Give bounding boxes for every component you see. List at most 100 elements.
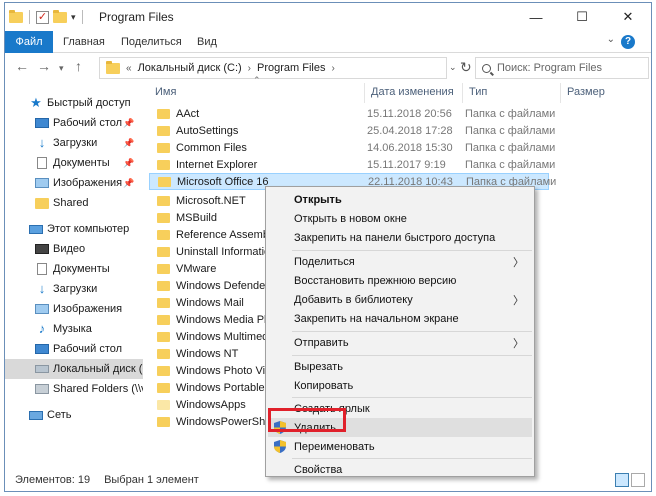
folder-icon [157,399,170,410]
menu-item-add-library[interactable]: Добавить в библиотеку 〉 [268,290,532,309]
column-type[interactable]: Тип [463,83,561,103]
breadcrumb-program-files[interactable]: Program Files [257,62,325,74]
network-drive-icon [35,384,49,394]
details-view-icon[interactable] [615,473,629,487]
pin-icon: 📌 [123,137,135,148]
nav-item-desktop[interactable]: Рабочий стол 📌 [5,113,143,133]
nav-quick-access[interactable]: ★ Быстрый доступ [5,93,143,113]
nav-item-documents[interactable]: Документы 📌 [5,153,143,173]
large-icons-view-icon[interactable] [631,473,645,487]
document-icon [37,157,47,169]
column-date[interactable]: Дата изменения [365,83,463,103]
overflow-chevron[interactable]: « [126,63,132,74]
tab-file[interactable]: Файл [5,31,53,53]
folder-icon [157,246,170,257]
menu-item-send-to[interactable]: Отправить 〉 [268,333,532,352]
pin-icon: 📌 [123,157,135,168]
nav-item-local-disk[interactable]: Локальный диск (C:) [5,359,143,379]
computer-icon [29,224,43,234]
tab-home[interactable]: Главная [63,31,105,53]
refresh-icon[interactable]: ↻ [460,59,472,76]
navigation-bar: ← → ▾ ↑ « Локальный диск (C:) › Program … [5,53,651,83]
forward-arrow-icon[interactable]: → [37,58,51,74]
menu-item-open-new-window[interactable]: Открыть в новом окне [268,209,532,228]
tab-share[interactable]: Поделиться [121,31,182,53]
menu-item-open[interactable]: Открыть [268,190,532,209]
nav-item-music[interactable]: ♪ Музыка [5,319,143,339]
nav-item-shared[interactable]: Shared [5,193,143,213]
title-bar: ✓ ▾ Program Files — ☐ ✕ [5,3,651,31]
explorer-window: ✓ ▾ Program Files — ☐ ✕ Файл Главная Под… [4,2,652,492]
quick-access-toolbar: ✓ ▾ [9,9,85,24]
chevron-right-icon[interactable]: › [248,63,251,74]
nav-item-shared-folders[interactable]: Shared Folders (\\vmware-host) (Z:) [5,379,143,399]
file-row[interactable]: Common Files 14.06.2018 15:30 Папка с файл… [149,139,555,156]
nav-item-pc-pictures[interactable]: Изображения [5,299,143,319]
network-icon [29,410,43,420]
file-row[interactable]: AutoSettings 25.04.2018 17:28 Папка с файл… [149,122,555,139]
chevron-right-icon: 〉 [513,294,524,307]
nav-item-pc-downloads[interactable]: ↓ Загрузки [5,279,143,299]
help-icon[interactable]: ? [621,35,635,49]
download-icon: ↓ [38,281,46,296]
file-row[interactable]: AAct 15.11.2018 20:56 Папка с файлами [149,105,555,122]
uac-shield-icon [274,440,286,453]
nav-item-pc-documents[interactable]: Документы [5,259,143,279]
address-bar[interactable]: « Локальный диск (C:) › Program Files › [99,57,447,79]
nav-item-downloads[interactable]: ↓ Загрузки 📌 [5,133,143,153]
menu-item-pin-start[interactable]: Закрепить на начальном экране [268,309,532,328]
menu-item-share[interactable]: Поделиться 〉 [268,252,532,271]
breadcrumb-local-disk[interactable]: Локальный диск (C:) [138,62,242,74]
menu-item-restore-version[interactable]: Восстановить прежнюю версию [268,271,532,290]
view-switcher [615,473,645,487]
menu-separator [292,331,532,332]
nav-this-pc[interactable]: Этот компьютер [5,219,143,239]
tab-view[interactable]: Вид [197,31,217,53]
context-menu: Открыть Открыть в новом окне Закрепить н… [265,186,535,477]
search-box[interactable]: Поиск: Program Files [475,57,649,79]
up-arrow-icon[interactable]: ↑ [75,58,82,74]
menu-separator [292,355,532,356]
menu-item-pin-quick-access[interactable]: Закрепить на панели быстрого доступа [268,228,532,247]
new-folder-icon[interactable] [53,9,67,23]
folder-icon [157,108,170,119]
expand-ribbon-icon[interactable]: ⌄ [607,34,615,45]
address-dropdown-icon[interactable]: ⌄ [449,62,457,73]
search-placeholder: Поиск: Program Files [497,62,603,74]
minimize-button[interactable]: — [513,3,559,31]
menu-separator [292,397,532,398]
download-icon: ↓ [38,135,46,150]
drive-icon [35,365,49,373]
chevron-right-icon: 〉 [513,337,524,350]
folder-icon [157,212,170,223]
nav-item-videos[interactable]: Видео [5,239,143,259]
column-name[interactable]: Имя [149,83,365,103]
folder-icon [157,314,170,325]
desktop-icon [35,118,49,128]
folder-icon [106,60,120,74]
ribbon-tabs: Файл Главная Поделиться Вид ⌄ ? [5,31,651,53]
item-count: Элементов: 19 [15,474,91,486]
maximize-button[interactable]: ☐ [559,3,605,31]
close-button[interactable]: ✕ [605,3,651,31]
folder-icon [157,229,170,240]
column-size[interactable]: Размер [561,83,621,103]
recent-locations-icon[interactable]: ▾ [59,63,64,74]
customize-dropdown-icon[interactable]: ▾ [71,12,76,23]
menu-item-cut[interactable]: Вырезать [268,357,532,376]
menu-item-rename[interactable]: Переименовать [268,437,532,456]
properties-check-icon[interactable]: ✓ [36,10,49,24]
navigation-pane: ★ Быстрый доступ Рабочий стол 📌 ↓ Загруз… [5,83,143,463]
folder-icon [157,125,170,136]
file-row[interactable]: Internet Explorer 15.11.2017 9:19 Папка с … [149,156,555,173]
nav-network[interactable]: Сеть [5,405,143,425]
document-icon [37,263,47,275]
menu-item-copy[interactable]: Копировать [268,376,532,395]
folder-icon [157,142,170,153]
menu-item-properties[interactable]: Свойства [268,460,532,479]
selection-count: Выбран 1 элемент [104,474,199,486]
chevron-right-icon[interactable]: › [331,63,334,74]
nav-item-pictures[interactable]: Изображения 📌 [5,173,143,193]
back-arrow-icon[interactable]: ← [15,58,29,74]
nav-item-pc-desktop[interactable]: Рабочий стол [5,339,143,359]
